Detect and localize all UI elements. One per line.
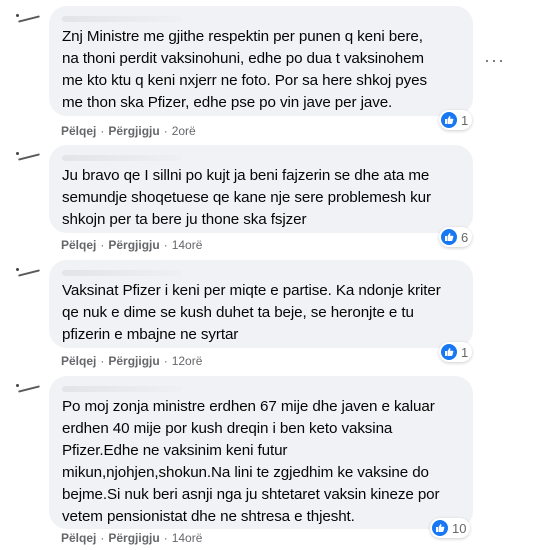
reply-button[interactable]: Përgjigju xyxy=(108,531,159,545)
comment-bubble: Vaksinat Pfizer i keni per miqte e parti… xyxy=(49,260,473,348)
more-options-icon[interactable]: ··· xyxy=(484,51,505,69)
reaction-number: 1 xyxy=(461,112,469,128)
comment-bubble: Po moj zonja ministre erdhen 67 mije dhe… xyxy=(49,376,473,529)
reply-button[interactable]: Përgjigju xyxy=(108,354,159,368)
separator: · xyxy=(100,531,105,545)
comment-actions: Pëlqej · Përgjigju · 14orë xyxy=(61,238,202,252)
avatar[interactable] xyxy=(12,262,48,298)
like-button[interactable]: Pëlqej xyxy=(61,238,96,252)
comment-text: Znj Ministre me gjithe respektin per pun… xyxy=(62,28,427,111)
reaction-number: 6 xyxy=(461,229,469,245)
reaction-count[interactable]: 1 xyxy=(439,110,473,130)
like-button[interactable]: Pëlqej xyxy=(61,531,96,545)
comment-text: Vaksinat Pfizer i keni per miqte e parti… xyxy=(62,282,441,343)
comment-actions: Pëlqej · Përgjigju · 14orë xyxy=(61,531,202,545)
timestamp[interactable]: 2orë xyxy=(172,124,196,138)
separator: · xyxy=(100,354,105,368)
commenter-name[interactable] xyxy=(62,386,182,392)
reaction-count[interactable]: 1 xyxy=(439,342,473,362)
thumbs-up-icon xyxy=(441,344,457,360)
reply-button[interactable]: Përgjigju xyxy=(108,124,159,138)
like-button[interactable]: Pëlqej xyxy=(61,354,96,368)
comment-bubble: Ju bravo qe I sillni po kujt ja beni faj… xyxy=(49,145,473,233)
comment-actions: Pëlqej · Përgjigju · 2orë xyxy=(61,124,196,138)
like-button[interactable]: Pëlqej xyxy=(61,124,96,138)
comment-text: Ju bravo qe I sillni po kujt ja beni faj… xyxy=(62,167,431,228)
separator: · xyxy=(163,124,168,138)
separator: · xyxy=(100,238,105,252)
reaction-number: 1 xyxy=(461,344,469,360)
avatar[interactable] xyxy=(12,8,48,44)
reaction-count[interactable]: 6 xyxy=(439,227,473,247)
separator: · xyxy=(163,354,168,368)
avatar[interactable] xyxy=(12,146,48,182)
separator: · xyxy=(100,124,105,138)
reply-button[interactable]: Përgjigju xyxy=(108,238,159,252)
comment-bubble: Znj Ministre me gjithe respektin per pun… xyxy=(49,6,473,116)
comment-text: Po moj zonja ministre erdhen 67 mije dhe… xyxy=(62,398,440,525)
thumbs-up-icon xyxy=(441,229,457,245)
separator: · xyxy=(163,531,168,545)
timestamp[interactable]: 12orë xyxy=(172,354,203,368)
thumbs-up-icon xyxy=(432,520,448,536)
reaction-number: 10 xyxy=(452,520,467,536)
commenter-name[interactable] xyxy=(62,270,182,276)
timestamp[interactable]: 14orë xyxy=(172,238,203,252)
separator: · xyxy=(163,238,168,252)
timestamp[interactable]: 14orë xyxy=(172,531,203,545)
avatar[interactable] xyxy=(12,378,48,414)
comment-actions: Pëlqej · Përgjigju · 12orë xyxy=(61,354,202,368)
commenter-name[interactable] xyxy=(62,16,182,22)
thumbs-up-icon xyxy=(441,112,457,128)
reaction-count[interactable]: 10 xyxy=(430,518,471,538)
commenter-name[interactable] xyxy=(62,155,182,161)
